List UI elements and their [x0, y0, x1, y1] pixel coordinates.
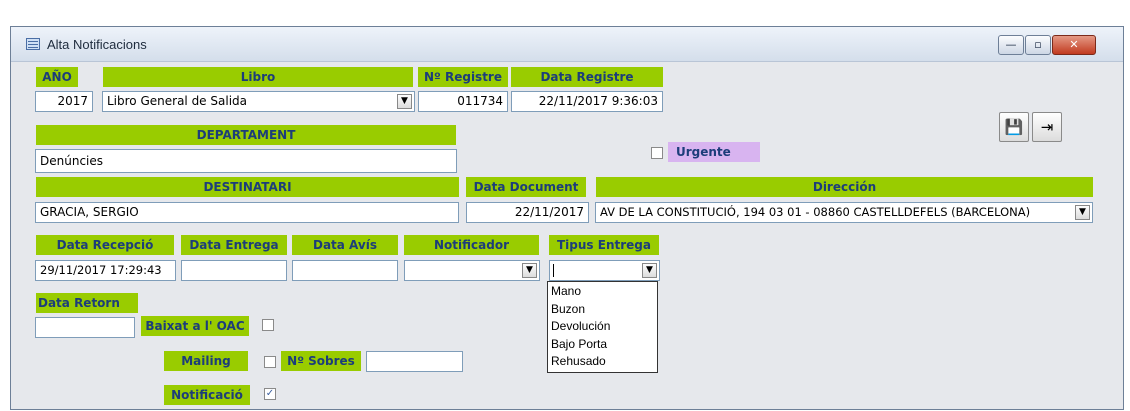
departament-field[interactable]: Denúncies	[35, 149, 457, 173]
data-recepcio-field[interactable]: 29/11/2017 17:29:43	[35, 260, 176, 281]
form-icon	[26, 38, 40, 50]
option-mano[interactable]: Mano	[551, 283, 654, 301]
notificador-dropdown-arrow[interactable]: ▼	[522, 263, 537, 278]
num-registre-label: Nº Registre	[418, 67, 508, 87]
num-sobres-field[interactable]	[366, 351, 463, 372]
option-rehusado[interactable]: Rehusado	[551, 353, 654, 371]
urgente-label: Urgente	[668, 142, 760, 162]
option-bajo-porta[interactable]: Bajo Porta	[551, 336, 654, 354]
data-document-label: Data Document	[466, 177, 586, 197]
any-field[interactable]: 2017	[35, 91, 93, 112]
data-entrega-label: Data Entrega	[181, 235, 287, 255]
maximize-button[interactable]: ▫	[1025, 35, 1051, 55]
baixat-oac-checkbox[interactable]	[262, 319, 274, 331]
libro-value: Libro General de Salida	[107, 94, 247, 108]
data-avis-label: Data Avís	[292, 235, 398, 255]
mailing-label: Mailing	[164, 351, 248, 371]
data-recepcio-label: Data Recepció	[36, 235, 174, 255]
libro-label: Libro	[103, 67, 413, 87]
direccion-select[interactable]: AV DE LA CONSTITUCIÓ, 194 03 01 - 08860 …	[595, 202, 1093, 223]
num-registre-field[interactable]: 011734	[418, 91, 508, 112]
exit-button[interactable]: ⇥	[1032, 112, 1062, 142]
option-buzon[interactable]: Buzon	[551, 301, 654, 319]
destinatari-field[interactable]: GRACIA, SERGIO	[35, 202, 459, 223]
any-label: AÑO	[36, 67, 78, 87]
tipus-entrega-select[interactable]: ▼	[549, 260, 660, 281]
exit-door-icon: ⇥	[1040, 118, 1054, 136]
option-devolucion[interactable]: Devolución	[551, 318, 654, 336]
data-entrega-field[interactable]	[181, 260, 287, 281]
tipus-entrega-label: Tipus Entrega	[549, 235, 659, 255]
text-caret	[553, 264, 554, 277]
direccion-label: Dirección	[596, 177, 1093, 197]
mailing-checkbox[interactable]	[264, 356, 276, 368]
save-disk-icon: 💾	[1004, 118, 1024, 136]
data-avis-field[interactable]	[292, 260, 398, 281]
notificacio-checkbox[interactable]: ✓	[264, 388, 276, 400]
libro-select[interactable]: Libro General de Salida ▼	[102, 91, 415, 112]
tipus-entrega-dropdown-list: Mano Buzon Devolución Bajo Porta Rehusad…	[547, 281, 658, 373]
data-document-field[interactable]: 22/11/2017	[466, 202, 589, 223]
desktop-strip	[0, 0, 1130, 26]
tipus-entrega-dropdown-arrow[interactable]: ▼	[642, 263, 657, 278]
notificador-select[interactable]: ▼	[404, 260, 540, 281]
libro-dropdown-arrow[interactable]: ▼	[397, 94, 412, 109]
direccion-value: AV DE LA CONSTITUCIÓ, 194 03 01 - 08860 …	[600, 205, 1031, 219]
notificador-label: Notificador	[404, 235, 539, 255]
direccion-dropdown-arrow[interactable]: ▼	[1075, 205, 1090, 220]
window-title: Alta Notificacions	[47, 37, 147, 52]
data-retorn-field[interactable]	[35, 317, 135, 338]
data-registre-label: Data Registre	[511, 67, 663, 87]
num-sobres-label: Nº Sobres	[281, 351, 361, 371]
close-button[interactable]: ✕	[1052, 35, 1096, 55]
title-bar: Alta Notificacions — ▫ ✕	[11, 27, 1123, 62]
notificacio-label: Notificació	[164, 385, 250, 405]
baixat-oac-label: Baixat a l' OAC	[141, 316, 249, 336]
minimize-button[interactable]: —	[998, 35, 1024, 55]
destinatari-label: DESTINATARI	[36, 177, 459, 197]
save-button[interactable]: 💾	[999, 112, 1029, 142]
data-registre-field[interactable]: 22/11/2017 9:36:03	[511, 91, 663, 112]
urgente-checkbox[interactable]	[651, 147, 663, 159]
data-retorn-label: Data Retorn	[36, 293, 138, 313]
departament-label: DEPARTAMENT	[36, 125, 456, 145]
